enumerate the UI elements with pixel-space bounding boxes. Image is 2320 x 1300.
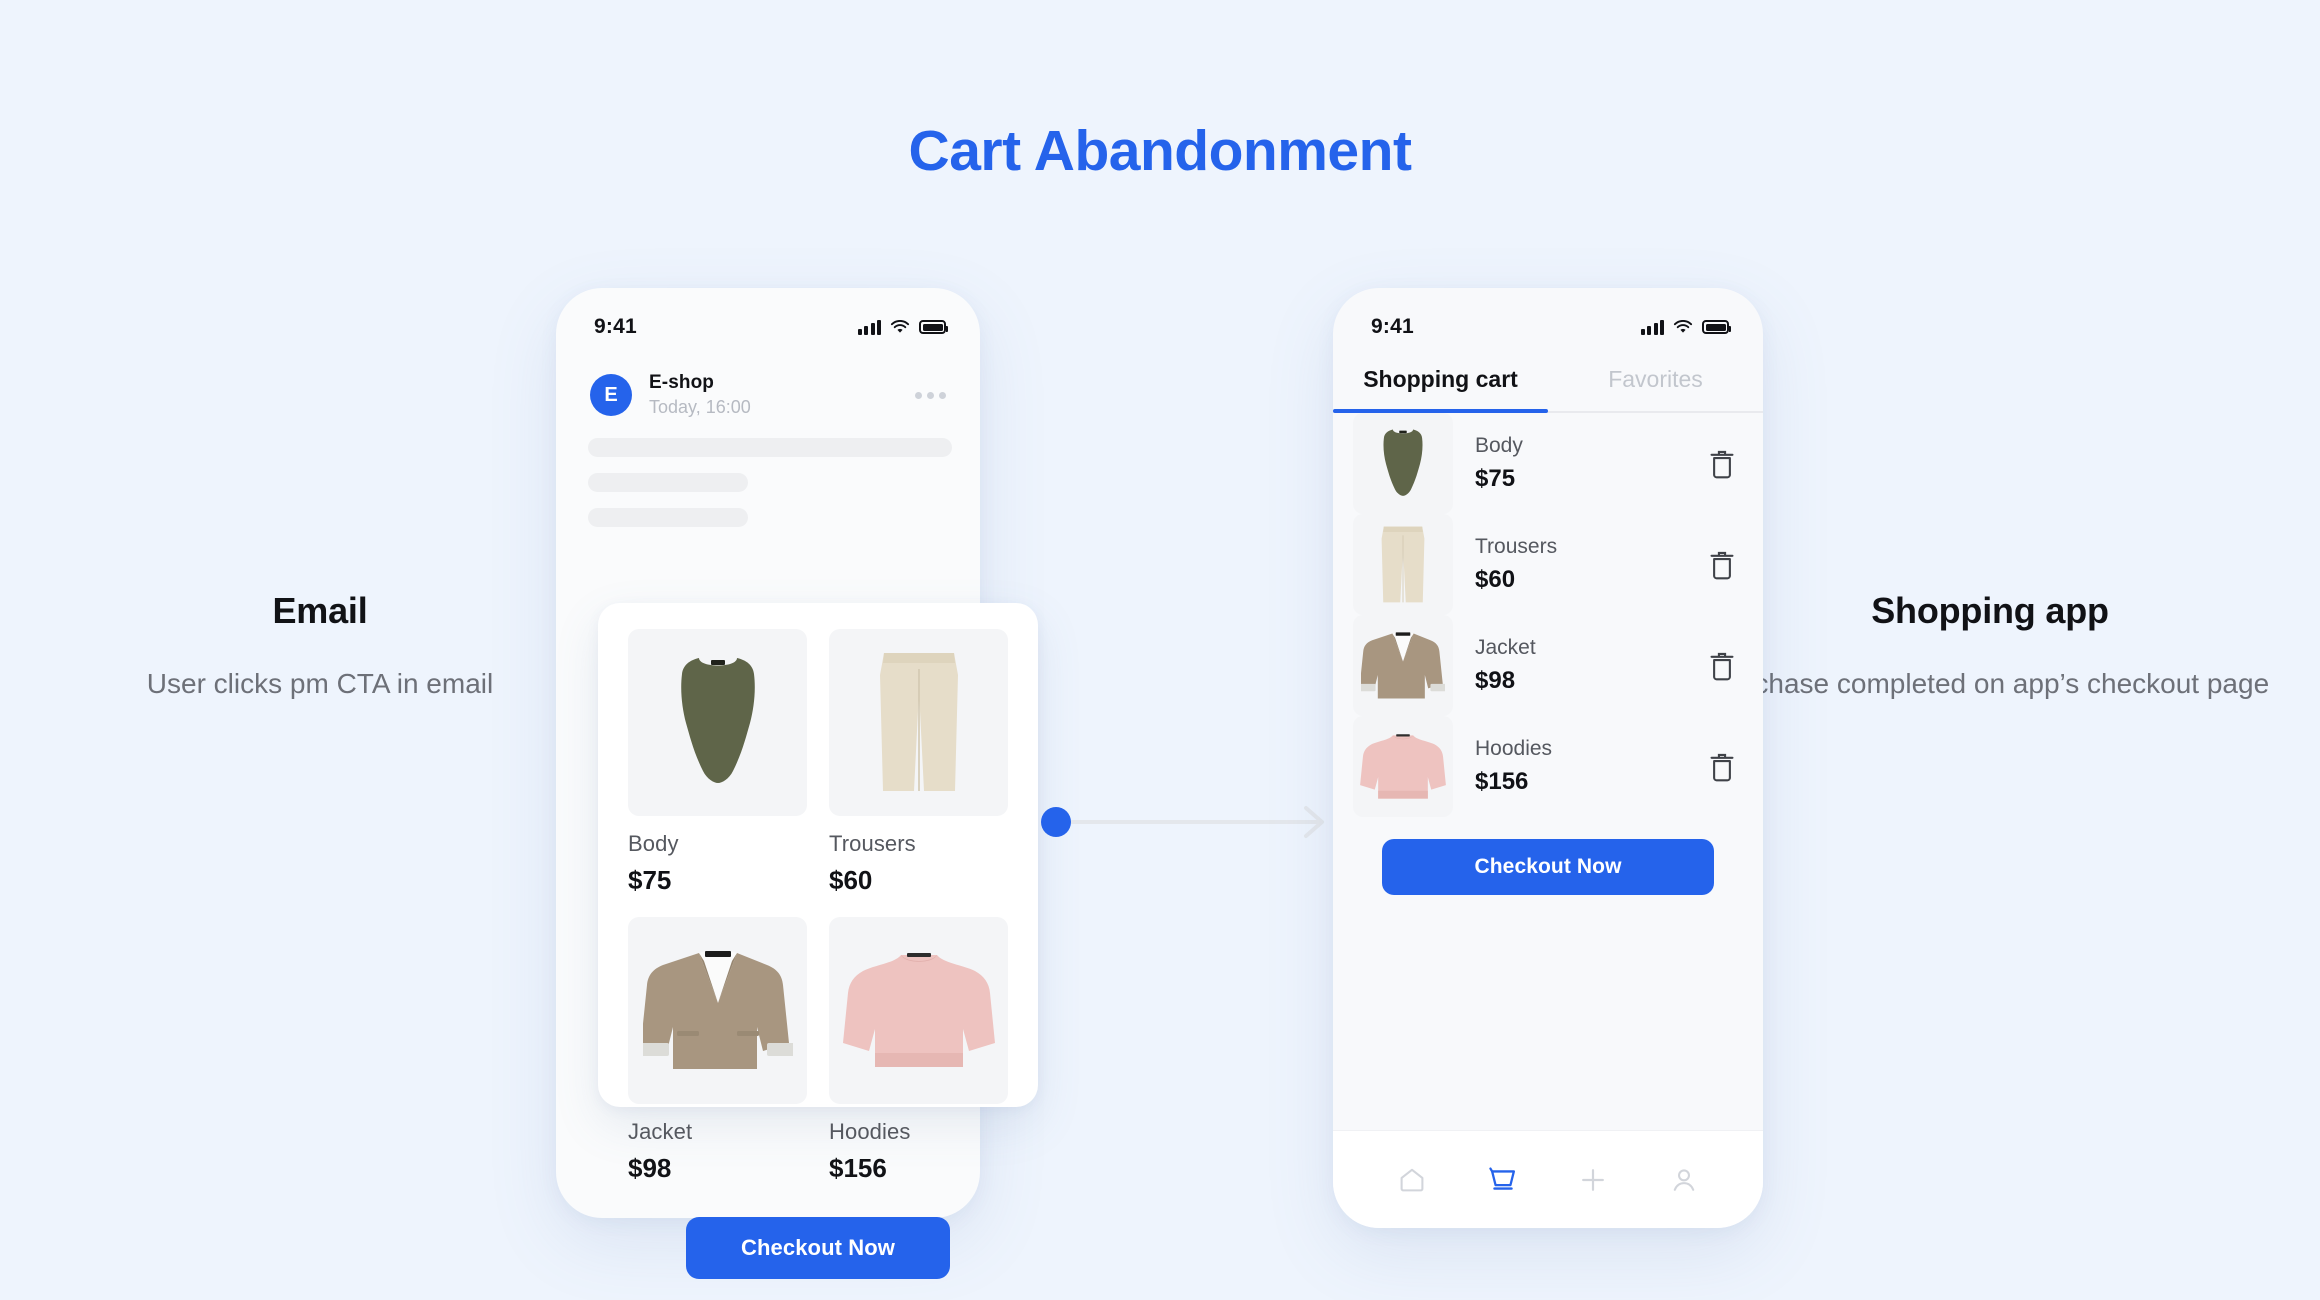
product-image-body <box>628 629 807 816</box>
tab-shopping-cart[interactable]: Shopping cart <box>1333 366 1548 413</box>
product-tile[interactable]: Body $75 <box>628 629 807 913</box>
cart-image-hoodies <box>1353 716 1453 817</box>
more-options-icon[interactable] <box>915 391 950 399</box>
home-icon <box>1400 1168 1424 1191</box>
cream-trousers-icon <box>1381 526 1425 602</box>
pink-sweatshirt-icon <box>1360 733 1446 799</box>
product-tile[interactable]: Hoodies $156 <box>829 917 1008 1201</box>
cart-item-name: Body <box>1475 434 1523 457</box>
plus-icon <box>1582 1168 1605 1191</box>
email-sender: E-shop <box>649 372 714 393</box>
status-time: 9:41 <box>594 315 637 338</box>
olive-bodysuit-icon <box>1383 429 1423 496</box>
status-icons <box>1640 319 1731 335</box>
connector-arrow <box>1041 806 1324 838</box>
email-meta: E-shop Today, 16:00 <box>649 372 915 418</box>
wifi-icon <box>1673 319 1693 333</box>
skeleton-line <box>588 508 749 527</box>
cart-item-info: Jacket $98 <box>1453 636 1707 695</box>
product-price: $98 <box>628 1153 672 1183</box>
tab-favorites[interactable]: Favorites <box>1548 366 1763 413</box>
profile-icon <box>1673 1168 1695 1191</box>
cart-image-trousers <box>1353 514 1453 615</box>
product-tile[interactable]: Trousers $60 <box>829 629 1008 913</box>
taupe-blazer-icon <box>642 950 793 1069</box>
cart-item-price: $98 <box>1475 667 1516 694</box>
cart-row[interactable]: Trousers $60 <box>1333 514 1763 615</box>
product-tile[interactable]: Jacket $98 <box>628 917 807 1201</box>
product-price: $60 <box>829 865 873 895</box>
cart-image-body <box>1353 413 1453 514</box>
cart-item-info: Hoodies $156 <box>1453 737 1707 796</box>
cart-item-info: Trousers $60 <box>1453 535 1707 594</box>
bottom-navigation <box>1333 1130 1763 1228</box>
cart-item-info: Body $75 <box>1453 434 1707 493</box>
olive-bodysuit-icon <box>680 657 755 783</box>
cart-items-list: Body $75 Trousers $60 Jacket $98 Hoodies… <box>1333 413 1763 817</box>
signal-bars-icon <box>1640 319 1664 335</box>
cart-image-jacket <box>1353 615 1453 716</box>
checkout-now-button-email[interactable]: Checkout Now <box>686 1217 950 1279</box>
caption-email: Email User clicks pm CTA in email <box>60 590 580 704</box>
cream-trousers-icon <box>879 652 958 791</box>
cart-item-name: Trousers <box>1475 535 1558 558</box>
email-header: E E-shop Today, 16:00 <box>556 350 980 418</box>
product-price: $75 <box>628 865 672 895</box>
app-status-bar: 9:41 <box>1333 288 1763 350</box>
trash-icon[interactable] <box>1707 448 1737 480</box>
nav-profile[interactable] <box>1656 1152 1712 1208</box>
product-name: Jacket <box>628 1119 693 1144</box>
caption-email-title: Email <box>272 590 368 631</box>
email-timestamp: Today, 16:00 <box>649 397 751 417</box>
cart-icon <box>1489 1166 1515 1190</box>
connector-dot <box>1041 807 1071 837</box>
battery-icon <box>919 320 948 334</box>
cart-item-name: Hoodies <box>1475 737 1553 760</box>
cart-item-price: $156 <box>1475 768 1529 795</box>
caption-app-title: Shopping app <box>1871 590 2109 631</box>
caption-email-subtitle: User clicks pm CTA in email <box>146 668 494 699</box>
nav-cart[interactable] <box>1475 1152 1531 1208</box>
pink-sweatshirt-icon <box>842 952 995 1067</box>
cart-tabs: Shopping cart Favorites <box>1333 366 1763 413</box>
email-product-card: Body $75 Trousers $60 Jacket $98 Hoodies… <box>598 603 1038 1279</box>
taupe-blazer-icon <box>1361 631 1445 698</box>
trash-icon[interactable] <box>1707 650 1737 682</box>
skeleton-line <box>588 473 749 492</box>
trash-icon[interactable] <box>1707 751 1737 783</box>
caption-app-subtitle: Purchase completed on app’s checkout pag… <box>1710 668 2270 699</box>
trash-icon[interactable] <box>1707 549 1737 581</box>
skeleton-line <box>588 438 952 457</box>
product-price: $156 <box>829 1153 887 1183</box>
checkout-now-button-app[interactable]: Checkout Now <box>1382 839 1714 895</box>
tab-active-indicator <box>1333 409 1548 413</box>
nav-add[interactable] <box>1565 1152 1621 1208</box>
product-name: Hoodies <box>829 1119 911 1144</box>
product-image-jacket <box>628 917 807 1104</box>
email-body-placeholder <box>556 418 980 527</box>
status-time: 9:41 <box>1371 315 1414 338</box>
caption-app: Shopping app Purchase completed on app’s… <box>1705 590 2275 704</box>
cart-row[interactable]: Body $75 <box>1333 413 1763 514</box>
battery-icon <box>1702 320 1731 334</box>
signal-bars-icon <box>857 319 881 335</box>
page-title: Cart Abandonment <box>908 119 1412 183</box>
cart-item-price: $75 <box>1475 465 1516 492</box>
nav-home[interactable] <box>1384 1152 1440 1208</box>
cart-item-name: Jacket <box>1475 636 1536 659</box>
product-image-trousers <box>829 629 1008 816</box>
avatar: E <box>590 374 632 416</box>
cart-row[interactable]: Hoodies $156 <box>1333 716 1763 817</box>
product-name: Body <box>628 831 679 856</box>
cart-item-price: $60 <box>1475 566 1516 593</box>
email-status-bar: 9:41 <box>556 288 980 350</box>
cart-row[interactable]: Jacket $98 <box>1333 615 1763 716</box>
wifi-icon <box>890 319 910 333</box>
product-grid: Body $75 Trousers $60 Jacket $98 Hoodies… <box>628 629 1008 1201</box>
product-image-hoodies <box>829 917 1008 1104</box>
product-name: Trousers <box>829 831 916 856</box>
status-icons <box>857 319 948 335</box>
shopping-app-phone-mockup: 9:41 Shopping cart Favorites Body $75 Tr… <box>1333 288 1763 1228</box>
